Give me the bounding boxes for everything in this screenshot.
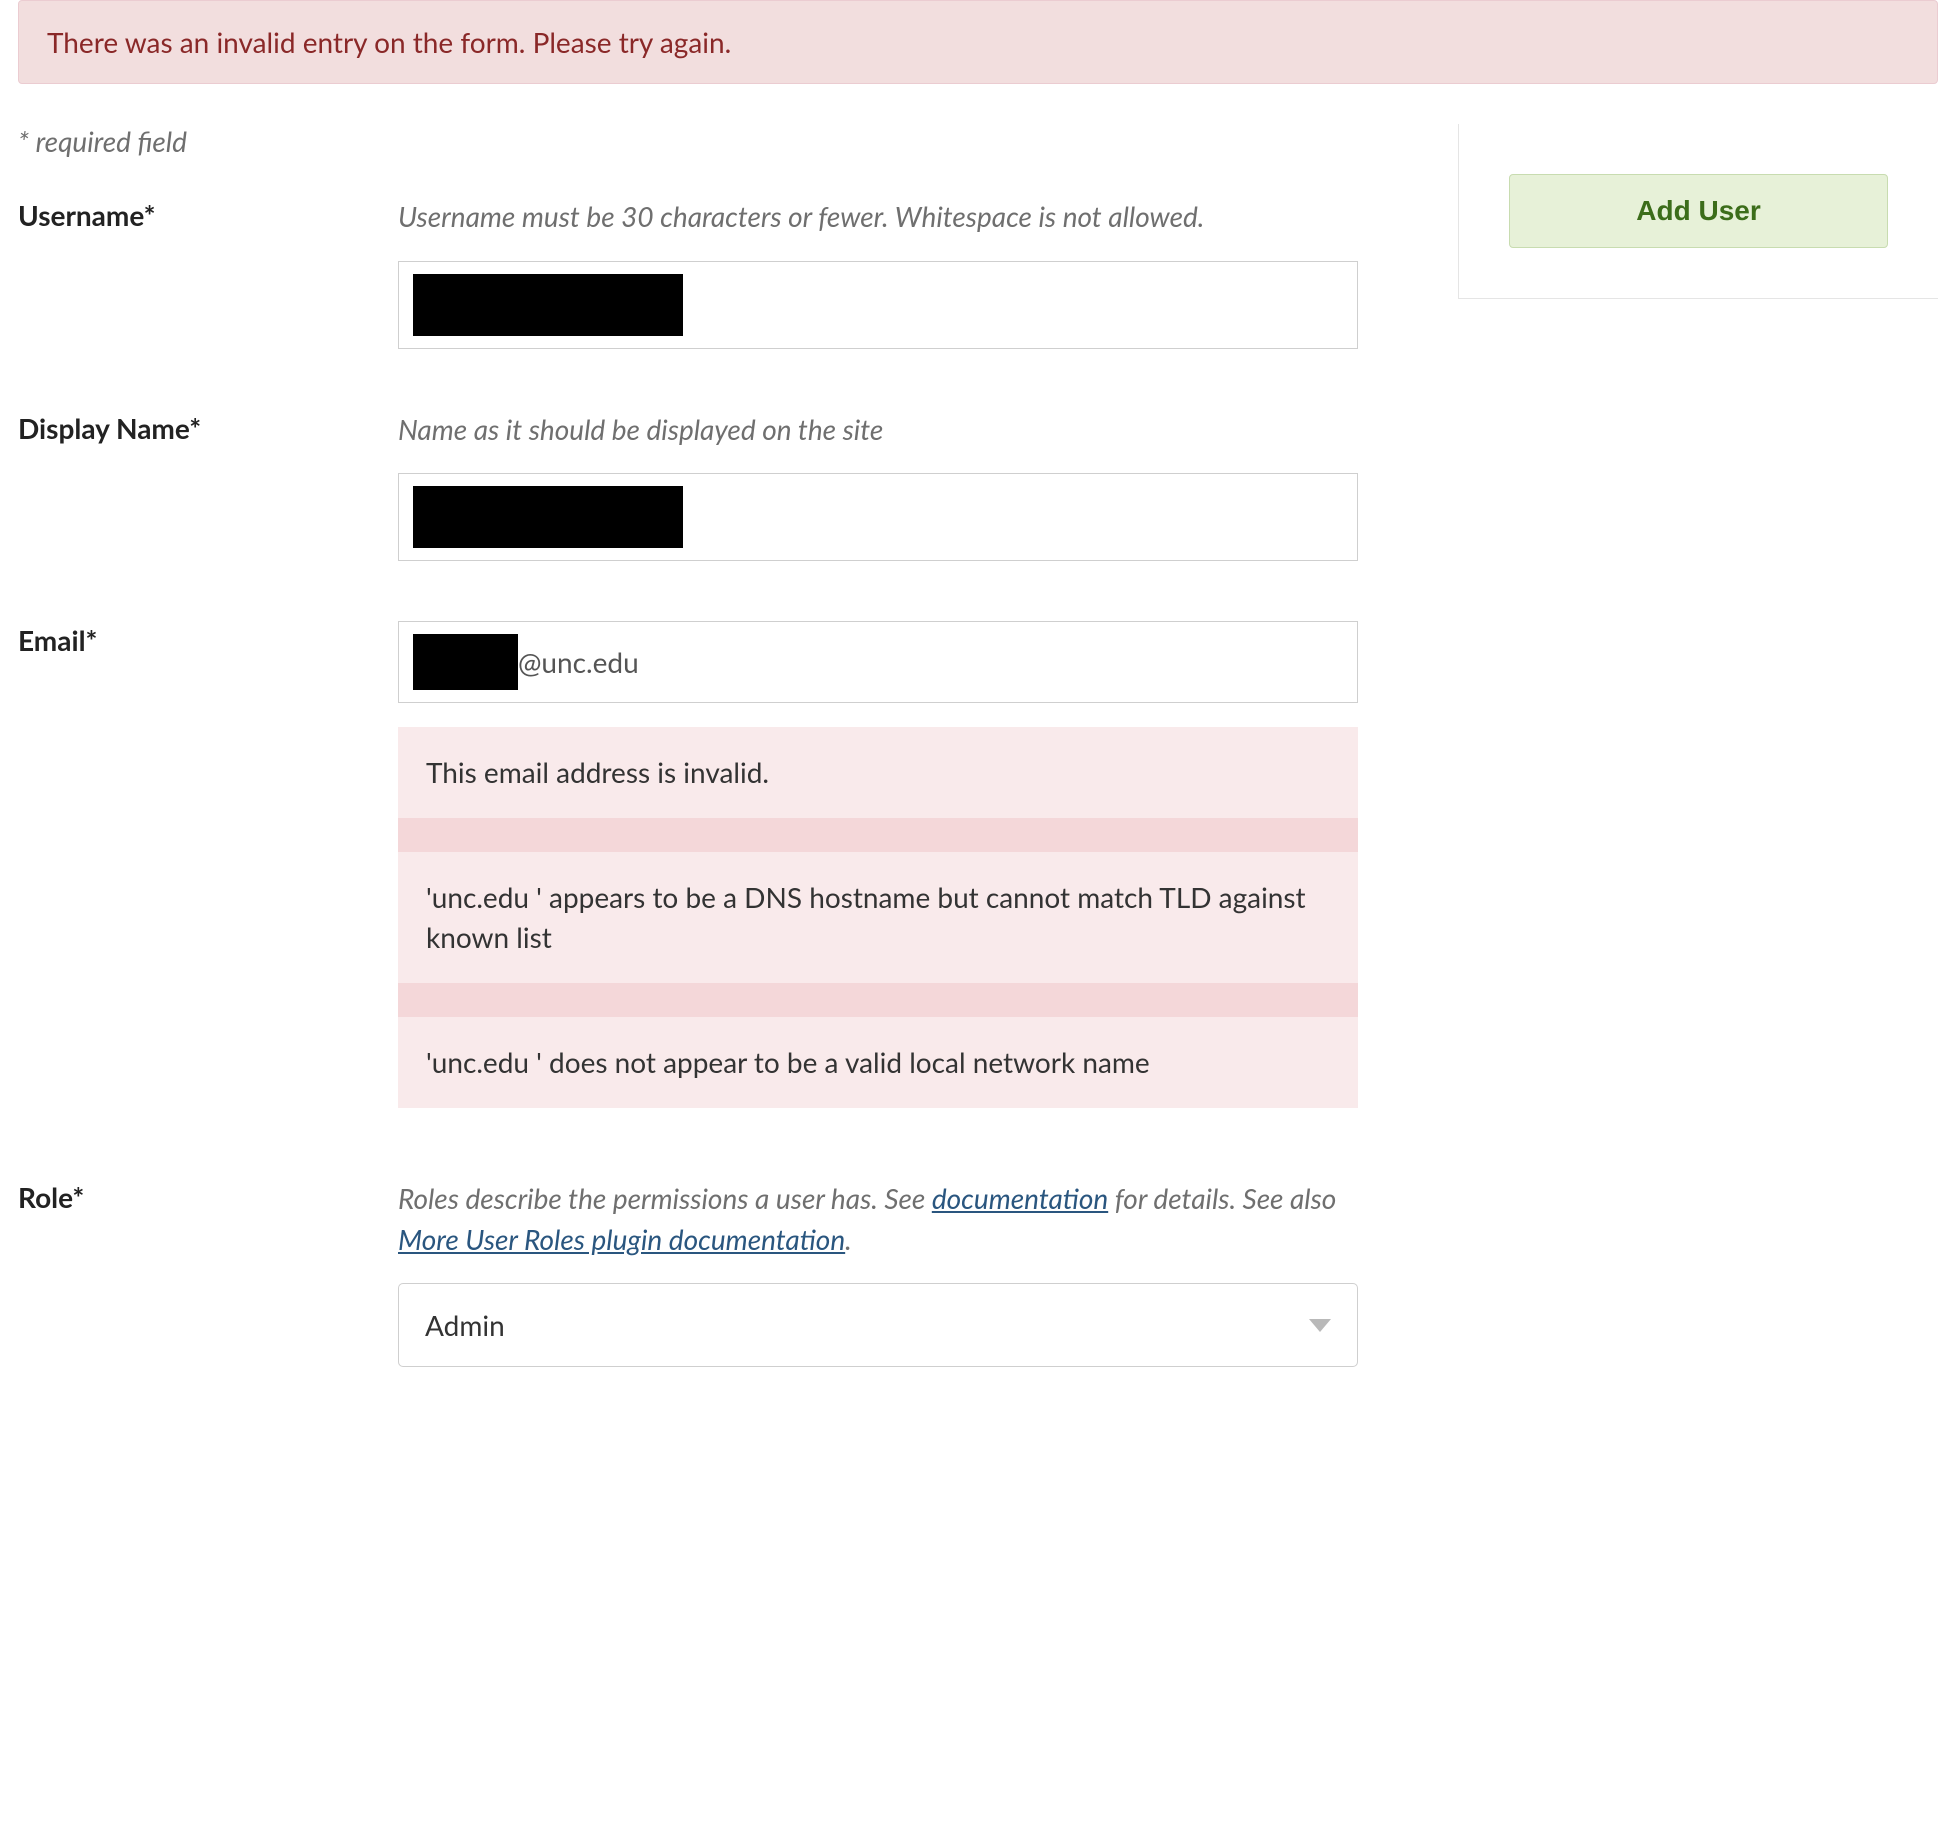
error-gap (398, 983, 1358, 1017)
display-name-help: Name as it should be displayed on the si… (398, 409, 1398, 450)
display-name-row: Display Name* Name as it should be displ… (18, 409, 1398, 562)
email-label: Email* (18, 621, 398, 657)
role-help-post: . (845, 1222, 852, 1256)
role-help: Roles describe the permissions a user ha… (398, 1178, 1398, 1259)
email-input[interactable]: @unc.edu (398, 621, 1358, 703)
display-name-label: Display Name* (18, 409, 398, 445)
email-value-prefix-redacted (413, 634, 518, 690)
add-user-button[interactable]: Add User (1509, 174, 1888, 248)
role-label: Role* (18, 1178, 398, 1214)
role-doc-link[interactable]: documentation (932, 1181, 1108, 1215)
username-label: Username* (18, 196, 398, 232)
sidebar-actions: Add User (1458, 124, 1938, 299)
role-plugin-doc-link[interactable]: More User Roles plugin documentation (398, 1222, 845, 1256)
username-row: Username* Username must be 30 characters… (18, 196, 1398, 349)
username-input[interactable] (398, 261, 1358, 349)
role-help-pre: Roles describe the permissions a user ha… (398, 1181, 932, 1215)
role-select-value: Admin (425, 1308, 505, 1342)
email-error-item: 'unc.edu ' does not appear to be a valid… (398, 1017, 1358, 1108)
role-select[interactable]: Admin (398, 1283, 1358, 1367)
role-help-mid: for details. See also (1108, 1181, 1336, 1215)
form-error-banner: There was an invalid entry on the form. … (18, 0, 1938, 84)
chevron-down-icon (1309, 1319, 1331, 1332)
required-field-note: * required field (18, 124, 1398, 158)
error-gap (398, 818, 1358, 852)
role-row: Role* Roles describe the permissions a u… (18, 1178, 1398, 1367)
display-name-value-redacted (413, 486, 683, 548)
username-value-redacted (413, 274, 683, 336)
email-value-suffix: @unc.edu (518, 645, 639, 679)
email-row: Email* @unc.edu This email address is in… (18, 621, 1398, 1108)
email-error-item: This email address is invalid. (398, 727, 1358, 818)
display-name-input[interactable] (398, 473, 1358, 561)
email-error-item: 'unc.edu ' appears to be a DNS hostname … (398, 852, 1358, 982)
form-error-banner-text: There was an invalid entry on the form. … (47, 25, 731, 59)
username-help: Username must be 30 characters or fewer.… (398, 196, 1398, 237)
email-error-list: This email address is invalid. 'unc.edu … (398, 727, 1358, 1108)
